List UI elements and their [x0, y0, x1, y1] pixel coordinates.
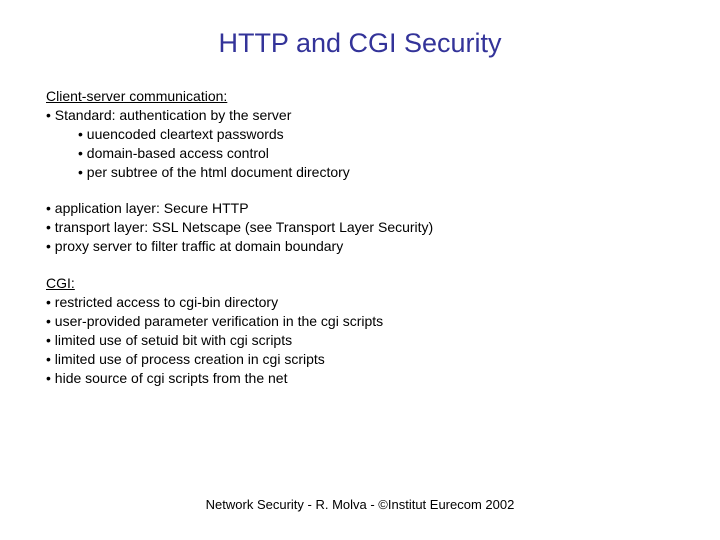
- bullet-item: • proxy server to filter traffic at doma…: [46, 237, 674, 256]
- bullet-item: • application layer: Secure HTTP: [46, 199, 674, 218]
- bullet-item: • user-provided parameter verification i…: [46, 312, 674, 331]
- section-cgi: CGI: • restricted access to cgi-bin dire…: [46, 274, 674, 387]
- bullet-item: • Standard: authentication by the server: [46, 106, 674, 125]
- section-client-server: Client-server communication: • Standard:…: [46, 87, 674, 181]
- slide-content: Client-server communication: • Standard:…: [46, 87, 674, 387]
- bullet-item: • restricted access to cgi-bin directory: [46, 293, 674, 312]
- bullet-item: • hide source of cgi scripts from the ne…: [46, 369, 674, 388]
- section-heading: CGI:: [46, 274, 674, 293]
- bullet-item: • limited use of process creation in cgi…: [46, 350, 674, 369]
- bullet-item: • uuencoded cleartext passwords: [46, 125, 674, 144]
- bullet-item: • transport layer: SSL Netscape (see Tra…: [46, 218, 674, 237]
- bullet-item: • limited use of setuid bit with cgi scr…: [46, 331, 674, 350]
- bullet-item: • domain-based access control: [46, 144, 674, 163]
- section-layers: • application layer: Secure HTTP • trans…: [46, 199, 674, 256]
- slide-footer: Network Security - R. Molva - ©Institut …: [0, 497, 720, 512]
- slide-container: HTTP and CGI Security Client-server comm…: [0, 0, 720, 540]
- slide-title: HTTP and CGI Security: [46, 28, 674, 59]
- bullet-item: • per subtree of the html document direc…: [46, 163, 674, 182]
- section-heading: Client-server communication:: [46, 87, 674, 106]
